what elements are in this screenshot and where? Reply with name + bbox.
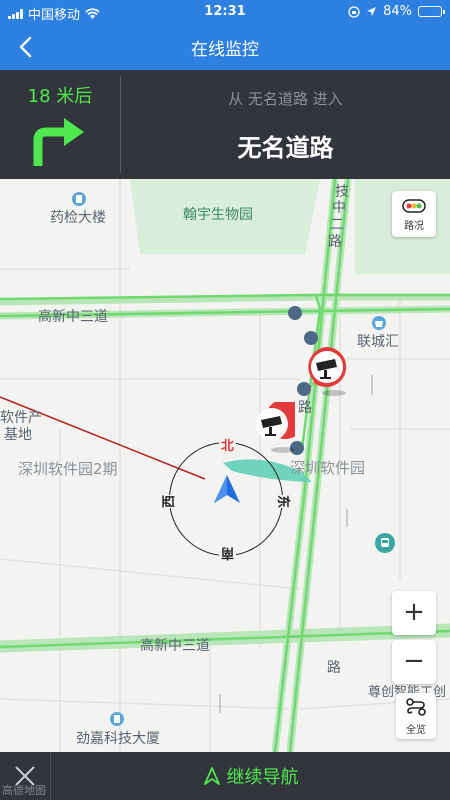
rotation-lock-icon (348, 5, 360, 18)
speed-camera-icon[interactable] (304, 345, 350, 397)
status-bar: 中国移动 12:31 84% (0, 0, 450, 24)
map-watermark: 高德地图 (2, 784, 46, 797)
map-label: 药检大楼 (50, 210, 106, 226)
compass-south: 南 (219, 545, 237, 564)
map-label: 联城汇 (357, 334, 399, 350)
battery-percent: 84% (383, 4, 412, 19)
compass-west: 西 (156, 494, 180, 509)
page-title: 在线监控 (191, 40, 259, 60)
turn-right-arrow-icon (33, 118, 84, 166)
overview-button[interactable]: 全览 (396, 693, 436, 739)
traffic-button[interactable]: 路况 (392, 191, 436, 237)
map-view[interactable]: 药检大楼 翰宇生物园 高新中三道 联城汇 软件产 基地 深圳软件园2期 深圳软件… (0, 179, 450, 752)
navigation-arrow-icon (203, 767, 220, 785)
next-road-name: 无名道路 (237, 134, 334, 162)
map-label: 基地 (4, 427, 32, 443)
battery-icon (418, 6, 445, 17)
route-overview-icon (406, 698, 426, 716)
turn-distance: 18 米后 (27, 86, 93, 107)
map-label: 翰宇生物园 (183, 207, 253, 223)
traffic-label: 路况 (404, 221, 424, 232)
map-label: 路 (328, 234, 342, 250)
metro-poi-icon (375, 533, 395, 553)
status-right: 84% (348, 4, 445, 19)
map-label: 路 (298, 400, 312, 416)
map-label: 高新中三道 (140, 638, 210, 654)
zoom-in-button[interactable]: + (392, 591, 436, 635)
building-poi-icon (72, 192, 86, 206)
navigation-guidance-panel: 18 米后 从 无名道路 进入 无名道路 (0, 70, 450, 179)
from-road-text: 从 无名道路 进入 (228, 90, 343, 108)
bottom-bar: 继续导航 高德地图 (0, 752, 450, 800)
compass-north: 北 (219, 435, 237, 454)
map-label: 深圳软件园2期 (18, 460, 118, 478)
nav-bar: 在线监控 (0, 24, 450, 70)
continue-navigation-button[interactable]: 继续导航 (51, 752, 450, 800)
shop-poi-icon (372, 316, 386, 330)
location-arrow-icon (367, 7, 377, 16)
map-label: 路 (327, 660, 341, 676)
speed-camera-icon[interactable] (249, 402, 295, 454)
continue-navigation-label: 继续导航 (226, 767, 299, 788)
map-label: 高新中三道 (38, 309, 108, 325)
map-label: 深圳软件园 (290, 459, 366, 477)
compass: 北 南 东 西 (156, 435, 296, 564)
compass-east: 东 (272, 494, 296, 509)
zoom-out-button[interactable]: − (392, 640, 436, 684)
map-label: 劲嘉科技大厦 (76, 731, 160, 747)
traffic-light-icon (402, 199, 426, 213)
car-position-icon (214, 475, 240, 503)
overview-label: 全览 (406, 725, 426, 736)
building-poi-icon (110, 712, 124, 726)
